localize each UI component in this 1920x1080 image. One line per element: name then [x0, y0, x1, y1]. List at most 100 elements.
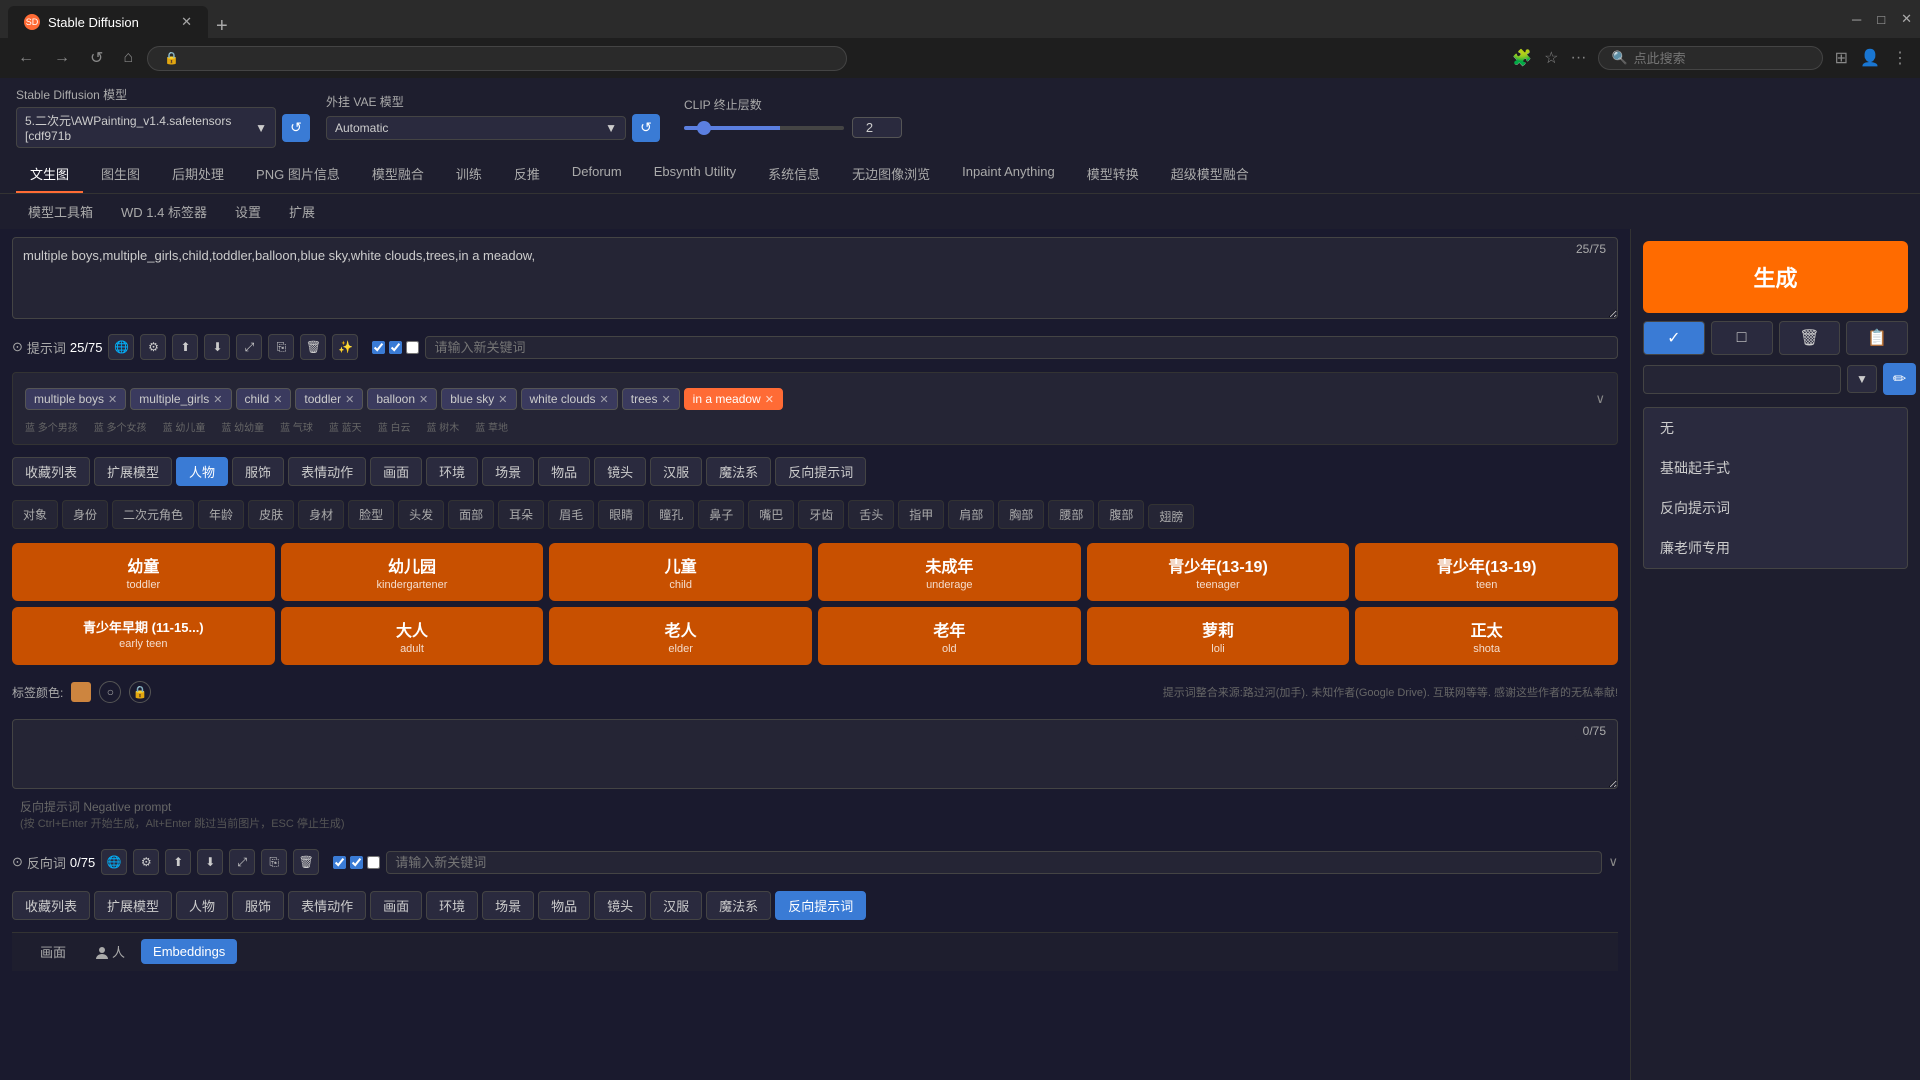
- sub-face[interactable]: 面部: [448, 500, 494, 529]
- neg-cat-items[interactable]: 物品: [538, 891, 590, 920]
- cat-clothing[interactable]: 服饰: [232, 457, 284, 486]
- sub-eyes[interactable]: 眼睛: [598, 500, 644, 529]
- sub-identity[interactable]: 身份: [62, 500, 108, 529]
- sub-nails[interactable]: 指甲: [898, 500, 944, 529]
- age-card-kindergartener[interactable]: 幼儿园 kindergartener: [281, 543, 544, 601]
- sub-shoulder[interactable]: 肩部: [948, 500, 994, 529]
- label-color-swatch[interactable]: [71, 682, 91, 702]
- neg-lang-btn[interactable]: 🌐: [101, 849, 127, 875]
- tag-toddler[interactable]: toddler ✕: [295, 388, 363, 410]
- age-card-loli[interactable]: 萝莉 loli: [1087, 607, 1350, 665]
- neg-cat-scene[interactable]: 画面: [370, 891, 422, 920]
- neg-cat-person[interactable]: 人物: [176, 891, 228, 920]
- nav-item-inpaint[interactable]: Inpaint Anything: [948, 156, 1069, 193]
- back-button[interactable]: ←: [12, 45, 40, 71]
- nav-item-postprocess[interactable]: 后期处理: [158, 156, 238, 193]
- lang-btn[interactable]: 🌐: [108, 334, 134, 360]
- bottom-tab-embeddings[interactable]: Embeddings: [141, 939, 237, 964]
- tag-close-icon[interactable]: ✕: [498, 393, 507, 406]
- keyword-input[interactable]: [425, 336, 1618, 359]
- refresh-button[interactable]: ↺: [84, 44, 109, 72]
- tag-child[interactable]: child ✕: [236, 388, 292, 410]
- toggle3[interactable]: [406, 341, 419, 354]
- neg-keyword-input[interactable]: [386, 851, 1602, 874]
- sub-age[interactable]: 年龄: [198, 500, 244, 529]
- neg-cat-clothing[interactable]: 服饰: [232, 891, 284, 920]
- tags-expand-btn[interactable]: ∨: [1595, 391, 1605, 407]
- neg-cat-hanfu[interactable]: 汉服: [650, 891, 702, 920]
- neg-cat-magic[interactable]: 魔法系: [706, 891, 771, 920]
- age-card-teen[interactable]: 青少年(13-19) teen: [1355, 543, 1618, 601]
- neg-cat-location[interactable]: 场景: [482, 891, 534, 920]
- tag-blue-sky[interactable]: blue sky ✕: [441, 388, 516, 410]
- new-tab-button[interactable]: +: [208, 15, 236, 38]
- active-tab[interactable]: SD Stable Diffusion ✕: [8, 6, 208, 38]
- neg-tags-expand-btn[interactable]: ∨: [1608, 854, 1618, 870]
- nav-item-imagebrowser[interactable]: 无边图像浏览: [838, 156, 944, 193]
- neg-import-btn[interactable]: ⬆: [165, 849, 191, 875]
- neg-copy-btn[interactable]: ⎘: [261, 849, 287, 875]
- neg-cat-environment[interactable]: 环境: [426, 891, 478, 920]
- star-icon[interactable]: ☆: [1544, 48, 1558, 68]
- prompt-textarea[interactable]: multiple boys,multiple_girls,child,toddl…: [12, 237, 1618, 319]
- sub-abdomen[interactable]: 腹部: [1098, 500, 1144, 529]
- tab-close-btn[interactable]: ✕: [181, 14, 192, 30]
- neg-cat-camera[interactable]: 镜头: [594, 891, 646, 920]
- nav-item-merge[interactable]: 模型融合: [358, 156, 438, 193]
- neg-export-btn[interactable]: ⬇: [197, 849, 223, 875]
- sub-nav-wd14[interactable]: WD 1.4 标签器: [109, 198, 219, 225]
- nav-item-ebsynth[interactable]: Ebsynth Utility: [640, 156, 750, 193]
- tag-multiple-girls[interactable]: multiple_girls ✕: [130, 388, 231, 410]
- sub-nav-extensions[interactable]: 扩展: [277, 198, 327, 225]
- copy-btn[interactable]: ⎘: [268, 334, 294, 360]
- tag-close-icon[interactable]: ✕: [345, 393, 354, 406]
- nav-item-sysinfo[interactable]: 系统信息: [754, 156, 834, 193]
- neg-cat-expression[interactable]: 表情动作: [288, 891, 366, 920]
- nav-item-pnginfo[interactable]: PNG 图片信息: [242, 156, 354, 193]
- sub-hair[interactable]: 头发: [398, 500, 444, 529]
- right-search-input[interactable]: [1643, 365, 1841, 394]
- import-btn[interactable]: ⬆: [172, 334, 198, 360]
- tag-close-icon[interactable]: ✕: [765, 393, 774, 406]
- tool-square-btn[interactable]: □: [1711, 321, 1773, 355]
- tag-balloon[interactable]: balloon ✕: [367, 388, 437, 410]
- sub-chest[interactable]: 胸部: [998, 500, 1044, 529]
- sub-face-shape[interactable]: 脸型: [348, 500, 394, 529]
- export-btn[interactable]: ⬇: [204, 334, 230, 360]
- dropdown-item-negative[interactable]: 反向提示词: [1644, 488, 1907, 528]
- neg-cat-negative[interactable]: 反向提示词: [775, 891, 866, 920]
- age-card-child[interactable]: 儿童 child: [549, 543, 812, 601]
- forward-button[interactable]: →: [48, 45, 76, 71]
- tag-multiple-boys[interactable]: multiple boys ✕: [25, 388, 126, 410]
- tool-trash-btn[interactable]: 🗑: [1779, 321, 1841, 355]
- sub-nose[interactable]: 鼻子: [698, 500, 744, 529]
- clip-value-input[interactable]: 2: [852, 117, 902, 138]
- tag-close-icon[interactable]: ✕: [661, 393, 670, 406]
- neg-cat-extended[interactable]: 扩展模型: [94, 891, 172, 920]
- vae-select[interactable]: Automatic ▼: [326, 116, 626, 140]
- nav-item-modelconvert[interactable]: 模型转换: [1073, 156, 1153, 193]
- close-btn[interactable]: ✕: [1901, 11, 1912, 27]
- nav-item-deforum[interactable]: Deforum: [558, 156, 636, 193]
- age-card-old[interactable]: 老年 old: [818, 607, 1081, 665]
- neg-toggle1[interactable]: [333, 856, 346, 869]
- nav-item-train[interactable]: 训练: [442, 156, 496, 193]
- cat-expression[interactable]: 表情动作: [288, 457, 366, 486]
- neg-expand-btn[interactable]: ⤢: [229, 849, 255, 875]
- age-card-toddler[interactable]: 幼童 toddler: [12, 543, 275, 601]
- profile-icon[interactable]: 👤: [1860, 48, 1880, 68]
- neg-cat-favorites[interactable]: 收藏列表: [12, 891, 90, 920]
- sub-tongue[interactable]: 舌头: [848, 500, 894, 529]
- tag-in-a-meadow[interactable]: in a meadow ✕: [684, 388, 783, 410]
- cat-extended[interactable]: 扩展模型: [94, 457, 172, 486]
- sub-skin[interactable]: 皮肤: [248, 500, 294, 529]
- toggle2[interactable]: [389, 341, 402, 354]
- dropdown-item-lian[interactable]: 廉老师专用: [1644, 528, 1907, 568]
- tag-close-icon[interactable]: ✕: [213, 393, 222, 406]
- extensions-icon[interactable]: 🧩: [1512, 48, 1532, 68]
- sub-nav-modeltoolbox[interactable]: 模型工具箱: [16, 198, 105, 225]
- tool-check-btn[interactable]: ✓: [1643, 321, 1705, 355]
- dropdown-item-none[interactable]: 无: [1644, 408, 1907, 448]
- neg-toggle3[interactable]: [367, 856, 380, 869]
- search-bar[interactable]: 🔍: [1598, 46, 1822, 70]
